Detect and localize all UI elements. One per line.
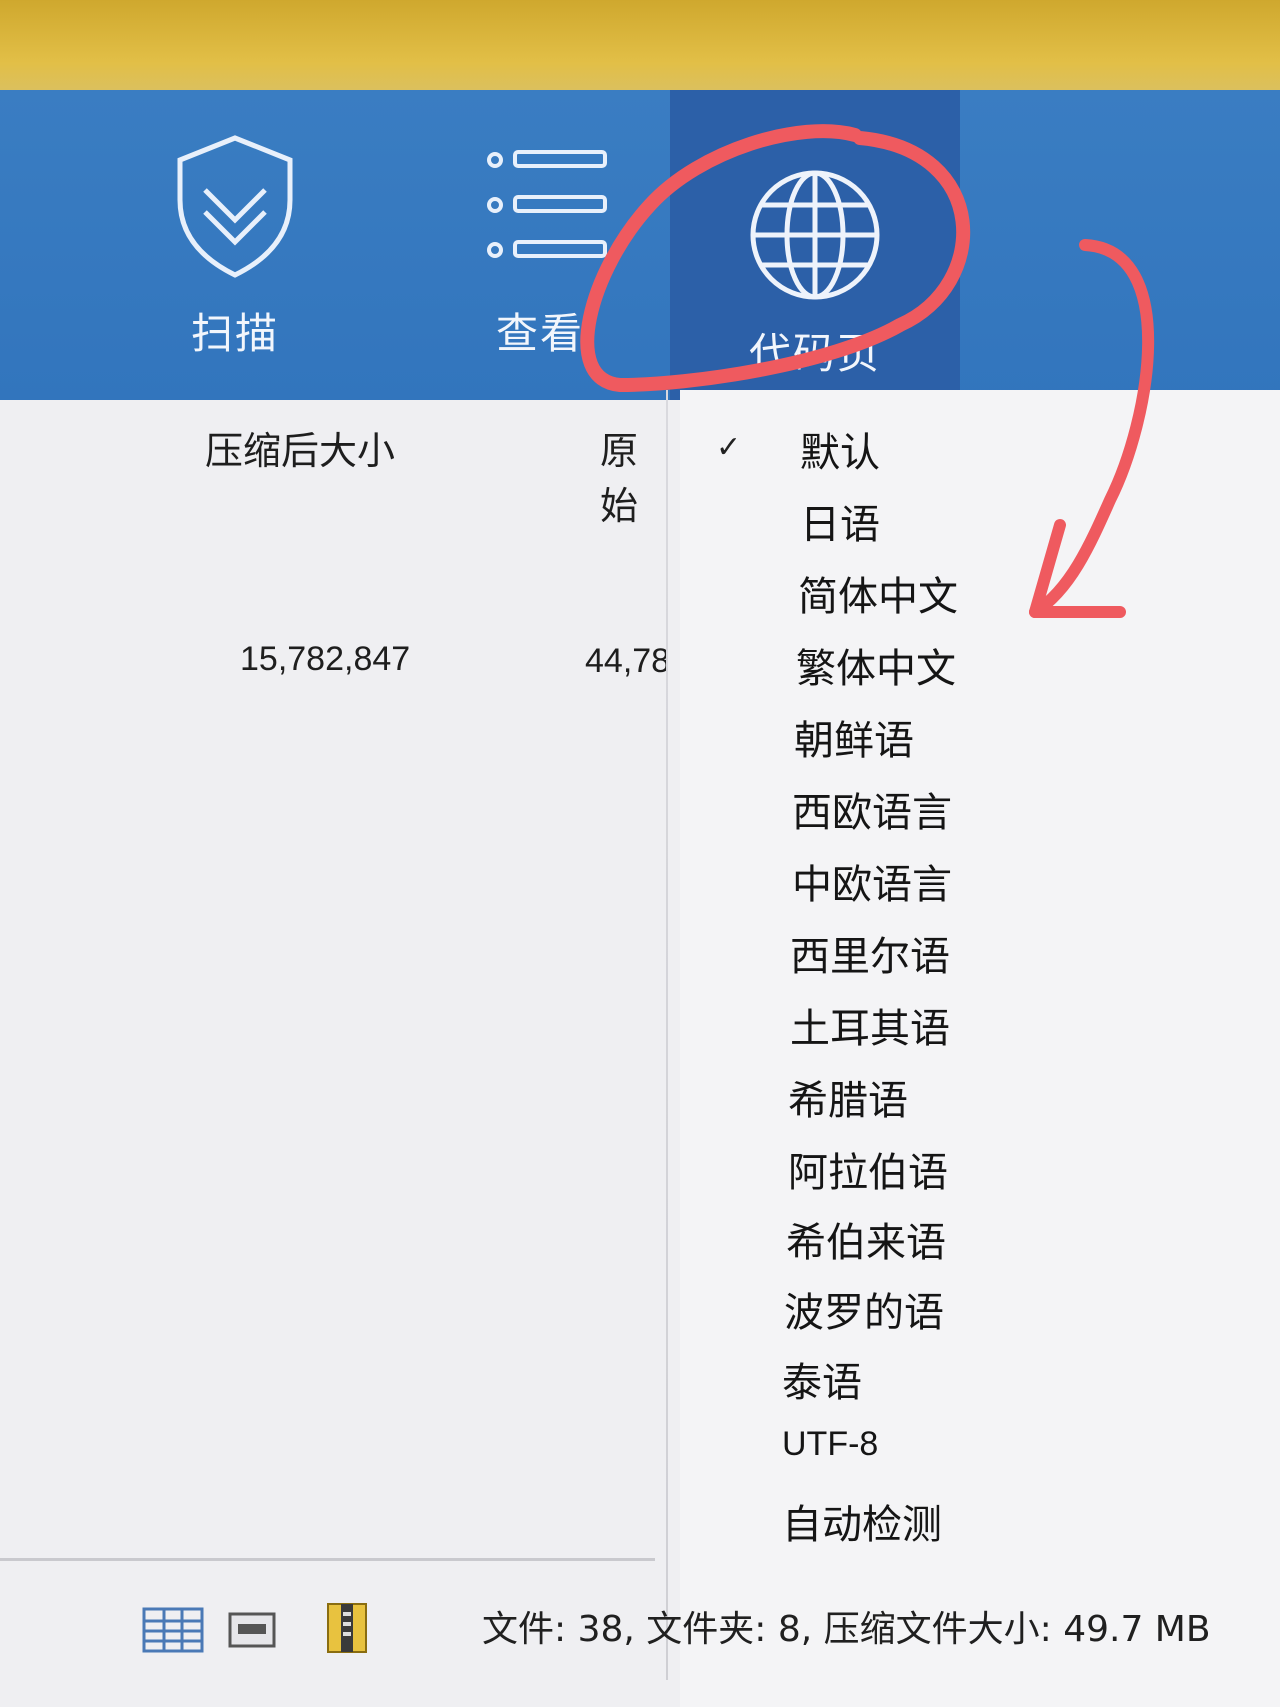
menu-item-auto-detect[interactable]: 自动检测 xyxy=(782,1492,942,1550)
menu-item-cyrillic[interactable]: 西里尔语 xyxy=(790,924,950,982)
scan-label: 扫描 xyxy=(190,309,279,358)
column-header-original-size[interactable]: 原始 xyxy=(600,420,666,530)
menu-item-japanese[interactable]: 日语 xyxy=(800,492,880,550)
column-divider xyxy=(666,390,668,1680)
list-bottom-border xyxy=(0,1558,655,1561)
menu-item-default[interactable]: 默认 xyxy=(800,420,880,478)
menu-item-greek[interactable]: 希腊语 xyxy=(788,1068,908,1126)
cell-original-size: 44,78 xyxy=(585,642,666,680)
codepage-dropdown-menu xyxy=(680,390,1280,1707)
menu-item-utf8[interactable]: UTF-8 xyxy=(782,1425,878,1464)
window-view-icon[interactable] xyxy=(228,1610,276,1650)
menu-item-central-european[interactable]: 中欧语言 xyxy=(792,852,952,910)
list-view-icon xyxy=(487,150,607,258)
menu-item-thai[interactable]: 泰语 xyxy=(782,1350,862,1408)
globe-icon xyxy=(750,170,880,300)
codepage-button[interactable]: 代码页 xyxy=(670,90,960,400)
shield-check-icon xyxy=(177,135,293,278)
details-view-icon[interactable] xyxy=(142,1605,204,1655)
app-window: 扫描 查看 代码页 压缩后大小 原始 15,782,847 44,78 ✓ 默认… xyxy=(0,90,1280,1707)
menu-item-simplified-chinese[interactable]: 简体中文 xyxy=(798,564,958,622)
menu-item-western-european[interactable]: 西欧语言 xyxy=(792,780,952,838)
scan-button[interactable]: 扫描 xyxy=(150,90,320,400)
cell-compressed-size: 15,782,847 xyxy=(240,640,411,678)
column-header-compressed-size[interactable]: 压缩后大小 xyxy=(205,420,395,475)
menu-item-baltic[interactable]: 波罗的语 xyxy=(784,1280,944,1338)
view-button[interactable]: 查看 xyxy=(450,90,630,400)
status-bar-text: 文件: 38, 文件夹: 8, 压缩文件大小: 49.7 MB xyxy=(482,1609,1211,1650)
codepage-label: 代码页 xyxy=(748,329,881,378)
menu-item-arabic[interactable]: 阿拉伯语 xyxy=(788,1140,948,1198)
menu-item-traditional-chinese[interactable]: 繁体中文 xyxy=(796,636,956,694)
ribbon-toolbar: 扫描 查看 代码页 xyxy=(0,90,1280,400)
menu-item-korean[interactable]: 朝鲜语 xyxy=(794,708,914,766)
checkmark-icon: ✓ xyxy=(716,430,742,465)
view-label: 查看 xyxy=(495,309,584,358)
menu-item-turkish[interactable]: 土耳其语 xyxy=(790,996,950,1054)
archive-view-icon[interactable] xyxy=(324,1600,370,1656)
menu-item-hebrew[interactable]: 希伯来语 xyxy=(786,1210,946,1268)
